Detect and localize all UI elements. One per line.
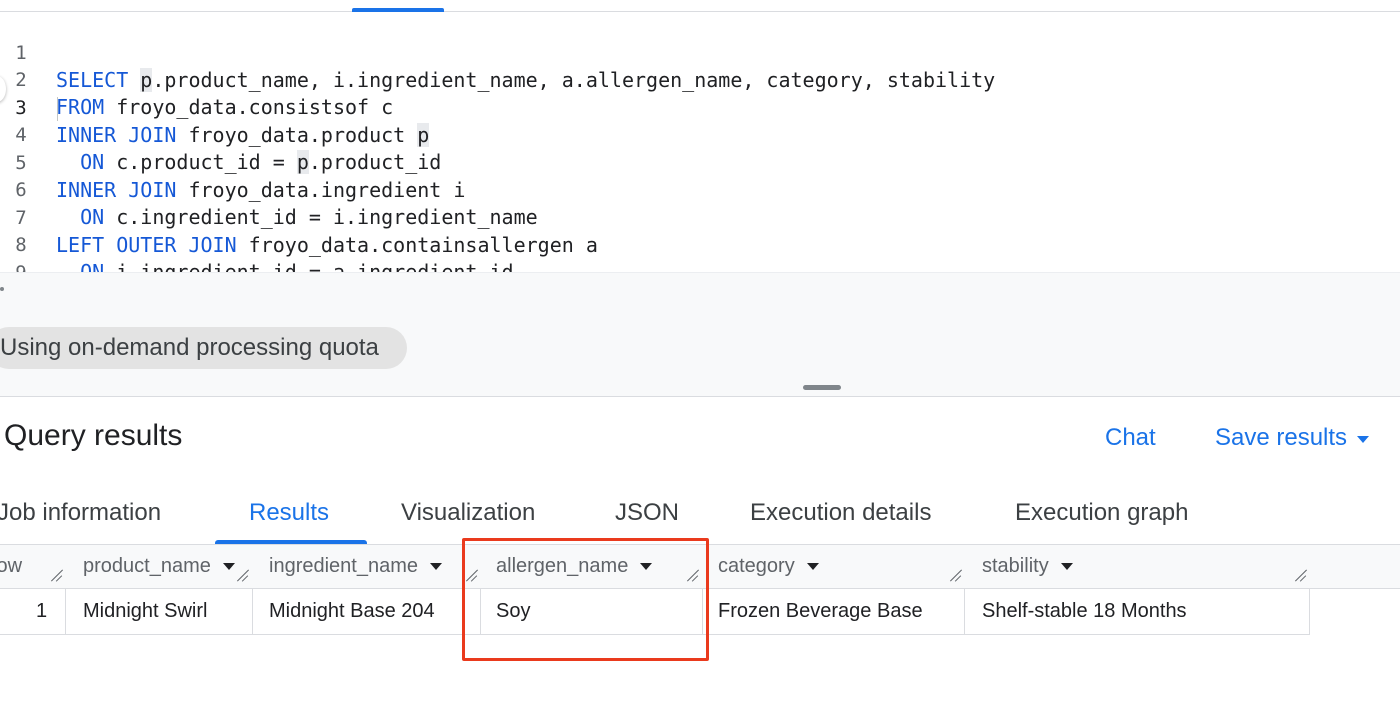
column-header-category[interactable]: category (718, 545, 819, 588)
column-header-stability[interactable]: stability (982, 545, 1073, 588)
column-divider (65, 589, 66, 634)
code-line[interactable]: 7 LEFT OUTER JOIN froyo_data.containsall… (0, 178, 598, 257)
column-header-ingredient-name[interactable]: ingredient_name (269, 545, 442, 588)
tab-execution-graph[interactable]: Execution graph (1015, 481, 1188, 544)
code-text: INNER JOIN froyo_data.ingredient i (56, 178, 466, 202)
chat-button[interactable]: Chat (1105, 424, 1156, 452)
column-label: ingredient_name (269, 555, 418, 577)
query-results-panel: Query results Chat Save results Job info… (0, 396, 1400, 710)
column-label: stability (982, 555, 1049, 577)
column-label: product_name (83, 555, 211, 577)
column-resize-icon[interactable] (50, 568, 64, 582)
code-text: ON c.product_id = p.product_id (80, 150, 442, 174)
sort-menu-icon[interactable] (1060, 563, 1073, 571)
editor-tab-indicator (352, 8, 444, 12)
code-line[interactable]: 3 INNER JOIN froyo_data.product p (0, 68, 430, 147)
column-divider (964, 589, 965, 634)
cell-product-name[interactable]: Midnight Swirl (83, 589, 207, 634)
column-divider (1309, 589, 1310, 634)
code-line[interactable]: 9 WHERE (0, 233, 48, 272)
cell-stability[interactable]: Shelf-stable 18 Months (982, 589, 1187, 634)
column-resize-icon[interactable] (1294, 568, 1308, 582)
sort-menu-icon[interactable] (222, 563, 235, 571)
sort-menu-icon[interactable] (806, 563, 819, 571)
query-status-area: Using on-demand processing quota (0, 272, 1400, 397)
column-header-product-name[interactable]: product_name (83, 545, 235, 588)
cell-ingredient-name[interactable]: Midnight Base 204 (269, 589, 435, 634)
column-resize-icon[interactable] (949, 568, 963, 582)
column-resize-icon[interactable] (236, 568, 250, 582)
dropdown-arrow-icon (1357, 435, 1370, 443)
code-line[interactable]: 4 ON c.product_id = p.product_id (0, 95, 441, 174)
code-line[interactable]: 10 UPPER(p.product_name) LIKE '%MIDNIGHT… (0, 258, 48, 272)
tab-visualization[interactable]: Visualization (401, 481, 535, 544)
code-line[interactable]: 8 ON i.ingredient_id = a.ingredient_id (0, 205, 513, 272)
code-line[interactable]: 5 INNER JOIN froyo_data.ingredient i (0, 123, 465, 202)
save-results-button[interactable]: Save results (1215, 424, 1370, 452)
active-tab-indicator (215, 540, 367, 544)
column-label: category (718, 555, 795, 577)
tab-results[interactable]: Results (249, 481, 329, 544)
code-text: FROM froyo_data.consistsof c (56, 95, 394, 119)
code-line[interactable]: 6 ON c.ingredient_id = i.ingredient_name (0, 150, 537, 229)
code-line[interactable]: 1 SELECT p.product_name, i.ingredient_na… (0, 13, 995, 92)
row-number-cell: 1 (36, 600, 48, 622)
code-text: INNER JOIN froyo_data.product p (56, 123, 430, 147)
code-line[interactable]: 2 FROM froyo_data.consistsof c (0, 40, 393, 119)
resize-drag-handle[interactable] (803, 385, 841, 390)
column-header-row[interactable]: Row (0, 545, 22, 588)
sql-editor[interactable]: 1 SELECT p.product_name, i.ingredient_na… (0, 0, 1400, 272)
tab-json[interactable]: JSON (615, 481, 679, 544)
save-results-label: Save results (1215, 424, 1348, 451)
editor-top-bar (0, 0, 1400, 12)
indent-guide (57, 97, 58, 121)
results-tabs: Job information Results Visualization JS… (0, 481, 1400, 545)
annotation-highlight-box (462, 538, 709, 661)
tab-job-information[interactable]: Job information (0, 481, 161, 544)
scroll-marker (0, 287, 4, 291)
cell-category[interactable]: Frozen Beverage Base (718, 589, 923, 634)
code-text: ON i.ingredient_id = a.ingredient_id (80, 260, 514, 272)
quota-chip: Using on-demand processing quota (0, 327, 407, 369)
tab-execution-details[interactable]: Execution details (750, 481, 931, 544)
column-divider (252, 589, 253, 634)
code-text: ON c.ingredient_id = i.ingredient_name (80, 205, 538, 229)
results-title: Query results (4, 419, 183, 452)
code-text: LEFT OUTER JOIN froyo_data.containsaller… (56, 233, 598, 257)
sort-menu-icon[interactable] (430, 563, 442, 571)
code-text: SELECT p.product_name, i.ingredient_name… (56, 68, 996, 92)
